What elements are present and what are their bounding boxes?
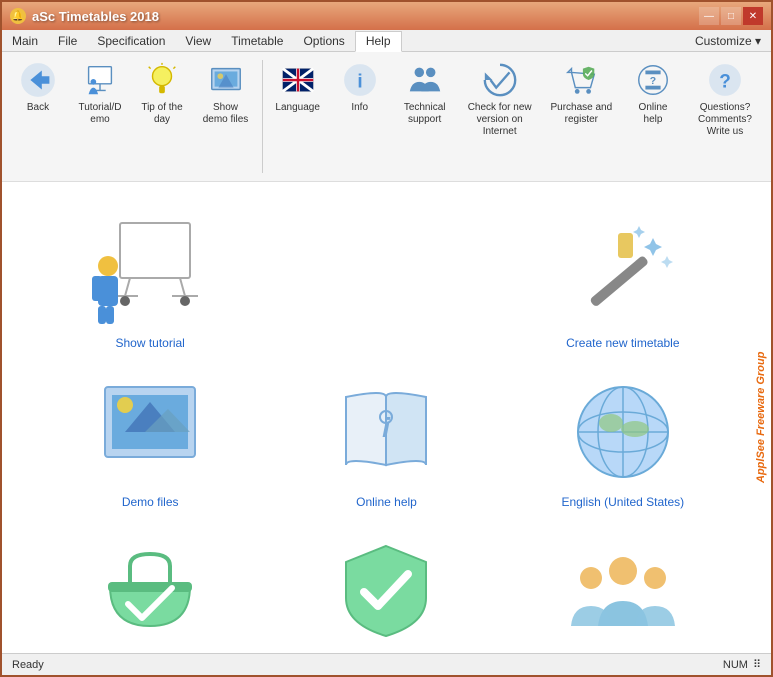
status-ready: Ready bbox=[12, 659, 44, 671]
tutorial-grid-label: Show tutorial bbox=[115, 336, 184, 350]
grid-online-help[interactable]: i Online help bbox=[268, 361, 504, 520]
online-help-label: Online help bbox=[356, 495, 417, 509]
status-num: NUM bbox=[723, 659, 748, 671]
app-icon: 🔔 bbox=[10, 8, 26, 24]
grid-english[interactable]: English (United States) bbox=[505, 361, 741, 520]
toolbar-info[interactable]: i Info bbox=[330, 56, 390, 119]
separator-1 bbox=[262, 60, 263, 173]
title-bar-left: 🔔 aSc Timetables 2018 bbox=[10, 8, 159, 24]
svg-text:i: i bbox=[357, 72, 362, 93]
questions-icon: ? bbox=[706, 61, 744, 99]
technical-icon bbox=[406, 61, 444, 99]
back-icon bbox=[19, 61, 57, 99]
info-icon: i bbox=[341, 61, 379, 99]
demo-files-label: Demo files bbox=[122, 495, 179, 509]
content-area: ApplSee Freeware Group bbox=[2, 182, 771, 653]
online-label: Online help bbox=[630, 102, 676, 126]
create-timetable-label: Create new timetable bbox=[566, 336, 679, 350]
main-window: 🔔 aSc Timetables 2018 — □ ✕ Main File Sp… bbox=[0, 0, 773, 677]
purchase-icon bbox=[562, 61, 600, 99]
menu-timetable[interactable]: Timetable bbox=[221, 32, 293, 50]
grid-create-timetable[interactable]: Create new timetable bbox=[505, 202, 741, 361]
toolbar-language[interactable]: Language bbox=[268, 56, 328, 119]
menu-file[interactable]: File bbox=[48, 32, 87, 50]
basket-grid-icon bbox=[90, 536, 210, 646]
check-icon bbox=[481, 61, 519, 99]
info-label: Info bbox=[351, 102, 368, 114]
main-grid: Show tutorial bbox=[2, 182, 771, 653]
svg-text:i: i bbox=[383, 412, 392, 443]
demo-label: Show demo files bbox=[201, 102, 250, 126]
check-label: Check for new version on Internet bbox=[467, 102, 533, 138]
toolbar-tip[interactable]: Tip of the day bbox=[132, 56, 192, 131]
online-icon: ? bbox=[634, 61, 672, 99]
tutorial-icon bbox=[81, 61, 119, 99]
grid-contact[interactable]: Contact us bbox=[505, 520, 741, 653]
grid-demo-files[interactable]: Demo files bbox=[32, 361, 268, 520]
toolbar: Back Tutorial/Demo bbox=[2, 52, 771, 182]
grid-check-prices[interactable]: Check prices/Purchase the software bbox=[32, 520, 268, 653]
globe-grid-icon bbox=[563, 377, 683, 487]
toolbar-online[interactable]: ? Online help bbox=[623, 56, 683, 131]
title-bar: 🔔 aSc Timetables 2018 — □ ✕ bbox=[2, 2, 771, 30]
close-button[interactable]: ✕ bbox=[743, 7, 763, 25]
toolbar-purchase[interactable]: Purchase and register bbox=[542, 56, 621, 131]
menu-customize[interactable]: Customize ▾ bbox=[685, 32, 771, 50]
book-grid-icon: i bbox=[326, 377, 446, 487]
svg-text:?: ? bbox=[719, 72, 731, 93]
toolbar-questions[interactable]: ? Questions? Comments? Write us bbox=[685, 56, 765, 143]
status-bar: Ready NUM ⠿ bbox=[2, 653, 771, 675]
menu-help[interactable]: Help bbox=[355, 31, 402, 52]
window-title: aSc Timetables 2018 bbox=[32, 9, 159, 24]
status-dots: ⠿ bbox=[753, 658, 761, 671]
svg-text:?: ? bbox=[650, 76, 656, 87]
demo-grid-icon bbox=[90, 377, 210, 487]
tip-label: Tip of the day bbox=[139, 102, 185, 126]
toolbar-tutorial[interactable]: Tutorial/Demo bbox=[70, 56, 130, 131]
menu-main[interactable]: Main bbox=[2, 32, 48, 50]
toolbar-check[interactable]: Check for new version on Internet bbox=[460, 56, 540, 143]
language-icon bbox=[279, 61, 317, 99]
toolbar-back[interactable]: Back bbox=[8, 56, 68, 119]
grid-show-tutorial[interactable]: Show tutorial bbox=[32, 202, 268, 361]
back-label: Back bbox=[27, 102, 49, 114]
contact-grid-icon bbox=[563, 536, 683, 646]
window-controls: — □ ✕ bbox=[699, 7, 763, 25]
purchase-label: Purchase and register bbox=[549, 102, 614, 126]
technical-label: Technical support bbox=[399, 102, 451, 126]
menu-view[interactable]: View bbox=[175, 32, 221, 50]
tip-icon bbox=[143, 61, 181, 99]
english-label: English (United States) bbox=[561, 495, 684, 509]
wand-grid-icon bbox=[563, 218, 683, 328]
toolbar-technical[interactable]: Technical support bbox=[392, 56, 458, 131]
shield-grid-icon bbox=[326, 536, 446, 646]
minimize-button[interactable]: — bbox=[699, 7, 719, 25]
grid-registration[interactable]: Input registration code bbox=[268, 520, 504, 653]
questions-label: Questions? Comments? Write us bbox=[692, 102, 758, 138]
language-label: Language bbox=[275, 102, 320, 114]
menu-specification[interactable]: Specification bbox=[87, 32, 175, 50]
toolbar-demo[interactable]: Show demo files bbox=[194, 56, 257, 131]
maximize-button[interactable]: □ bbox=[721, 7, 741, 25]
tutorial-label: Tutorial/Demo bbox=[77, 102, 123, 126]
tutorial-grid-icon bbox=[90, 218, 210, 328]
menu-options[interactable]: Options bbox=[293, 32, 354, 50]
demo-icon bbox=[207, 61, 245, 99]
status-right: NUM ⠿ bbox=[723, 658, 761, 671]
menu-bar: Main File Specification View Timetable O… bbox=[2, 30, 771, 52]
